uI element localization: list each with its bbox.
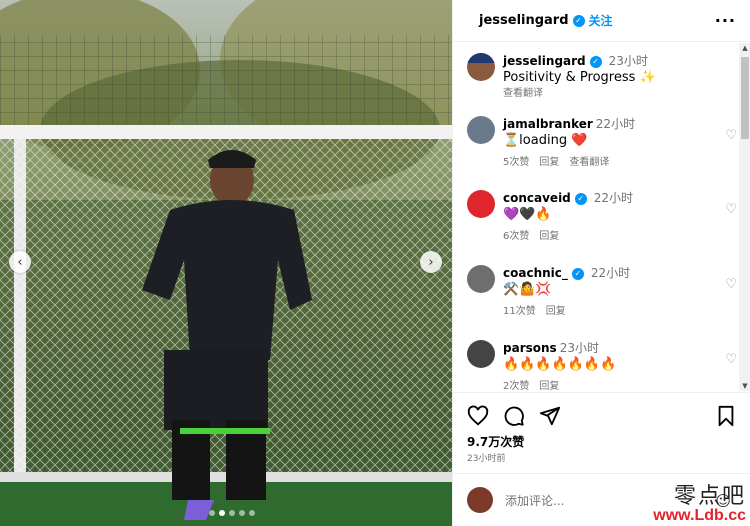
comment-item: parsons 23小时 🔥🔥🔥🔥🔥🔥🔥 2次赞 回复 ♡ bbox=[467, 340, 737, 391]
save-bookmark-icon[interactable] bbox=[715, 405, 737, 427]
instagram-post-view: ‹ › jesselingard ✓ 关注 ··· jesselingard✓ bbox=[0, 0, 750, 526]
comment-item: jamalbranker 22小时 ⏳loading ❤️ 5次赞 回复 查看翻译… bbox=[467, 116, 737, 171]
comment-time: 22小时 bbox=[595, 117, 636, 131]
author-username[interactable]: jesselingard bbox=[479, 13, 569, 28]
post-photo[interactable]: ‹ › bbox=[0, 0, 452, 526]
verified-badge-icon: ✓ bbox=[574, 192, 587, 205]
comments-scrollbar[interactable]: ▲ ▼ bbox=[739, 43, 750, 391]
post-header: jesselingard ✓ 关注 ··· bbox=[453, 0, 750, 42]
like-count[interactable]: 9.7万次赞 bbox=[467, 433, 524, 450]
photo-scene bbox=[0, 0, 452, 526]
like-heart-icon[interactable] bbox=[467, 405, 489, 427]
scrollbar-thumb[interactable] bbox=[741, 57, 749, 139]
comment-username[interactable]: coachnic_ bbox=[503, 266, 568, 280]
watermark-url: www.Ldb.cc bbox=[653, 507, 746, 524]
reply-button[interactable]: 回复 bbox=[539, 155, 559, 171]
comment-text: ⏳loading ❤️ bbox=[503, 133, 588, 148]
share-send-icon[interactable] bbox=[539, 405, 561, 427]
translate-link[interactable]: 查看翻译 bbox=[503, 86, 737, 102]
comment-likes[interactable]: 2次赞 bbox=[503, 379, 529, 391]
reply-button[interactable]: 回复 bbox=[546, 304, 566, 320]
avatar[interactable] bbox=[467, 265, 495, 293]
comment-username[interactable]: parsons bbox=[503, 341, 557, 355]
scroll-down-arrow-icon[interactable]: ▼ bbox=[739, 381, 750, 391]
comment-bubble-icon[interactable] bbox=[503, 405, 525, 427]
watermark-title: 零点吧 bbox=[673, 484, 746, 509]
carousel-dot-active bbox=[219, 510, 225, 516]
comment-time: 23小时 bbox=[608, 54, 648, 68]
comment-list: jesselingard ✓ 23小时 Positivity & Progress … bbox=[453, 43, 739, 391]
previous-image-button[interactable]: ‹ bbox=[9, 251, 31, 273]
avatar[interactable] bbox=[467, 53, 495, 81]
comment-input[interactable]: 添加评论... bbox=[505, 492, 564, 509]
avatar[interactable] bbox=[467, 190, 495, 218]
site-watermark: 零点吧 www.Ldb.cc bbox=[653, 486, 746, 524]
carousel-dot bbox=[249, 510, 255, 516]
reply-button[interactable]: 回复 bbox=[539, 229, 559, 245]
translate-link[interactable]: 查看翻译 bbox=[569, 155, 609, 171]
post-side-panel: jesselingard ✓ 关注 ··· jesselingard ✓ 23小时 … bbox=[452, 0, 750, 526]
next-image-button[interactable]: › bbox=[420, 251, 442, 273]
caption-text: Positivity & Progress ✨ bbox=[503, 70, 656, 85]
avatar[interactable] bbox=[467, 340, 495, 368]
chevron-right-icon: › bbox=[428, 254, 434, 270]
comment-text: 💜🖤🔥 bbox=[503, 207, 552, 222]
comment-item: concaveid ✓ 22小时 💜🖤🔥 6次赞 回复 ♡ bbox=[467, 190, 737, 245]
comment-time: 22小时 bbox=[590, 266, 631, 280]
carousel-dot bbox=[229, 510, 235, 516]
like-comment-heart-icon[interactable]: ♡ bbox=[725, 277, 737, 292]
comment-text: ⚒️🤷💢 bbox=[503, 282, 552, 297]
comment-text: 🔥🔥🔥🔥🔥🔥🔥 bbox=[503, 357, 617, 372]
carousel-dot bbox=[239, 510, 245, 516]
comment-time: 23小时 bbox=[559, 341, 599, 355]
post-actions: 9.7万次赞 23小时前 bbox=[453, 392, 750, 472]
carousel-indicator bbox=[209, 510, 255, 516]
like-comment-heart-icon[interactable]: ♡ bbox=[725, 202, 737, 217]
more-options-icon[interactable]: ··· bbox=[715, 11, 736, 30]
verified-badge-icon: ✓ bbox=[571, 267, 584, 280]
like-comment-heart-icon[interactable]: ♡ bbox=[725, 352, 737, 367]
comment-username[interactable]: concaveid bbox=[503, 191, 571, 205]
scroll-up-arrow-icon[interactable]: ▲ bbox=[739, 43, 750, 53]
comment-item: coachnic_ ✓ 22小时 ⚒️🤷💢 11次赞 回复 ♡ bbox=[467, 265, 737, 320]
verified-badge-icon: ✓ bbox=[589, 55, 602, 68]
comment-username[interactable]: jamalbranker bbox=[503, 117, 593, 131]
comment-time: 22小时 bbox=[593, 191, 634, 205]
comment-username[interactable]: jesselingard bbox=[503, 54, 586, 68]
current-user-avatar bbox=[467, 487, 493, 513]
post-timestamp: 23小时前 bbox=[467, 454, 506, 464]
follow-button[interactable]: 关注 bbox=[589, 12, 613, 29]
comment-likes[interactable]: 6次赞 bbox=[503, 229, 529, 245]
carousel-dot bbox=[209, 510, 215, 516]
chevron-left-icon: ‹ bbox=[17, 254, 23, 270]
verified-badge-icon: ✓ bbox=[572, 14, 585, 27]
caption: jesselingard ✓ 23小时 Positivity & Progress … bbox=[467, 53, 737, 102]
comment-likes[interactable]: 5次赞 bbox=[503, 155, 529, 171]
like-comment-heart-icon[interactable]: ♡ bbox=[725, 128, 737, 143]
avatar[interactable] bbox=[467, 116, 495, 144]
comment-likes[interactable]: 11次赞 bbox=[503, 304, 536, 320]
reply-button[interactable]: 回复 bbox=[539, 379, 559, 391]
